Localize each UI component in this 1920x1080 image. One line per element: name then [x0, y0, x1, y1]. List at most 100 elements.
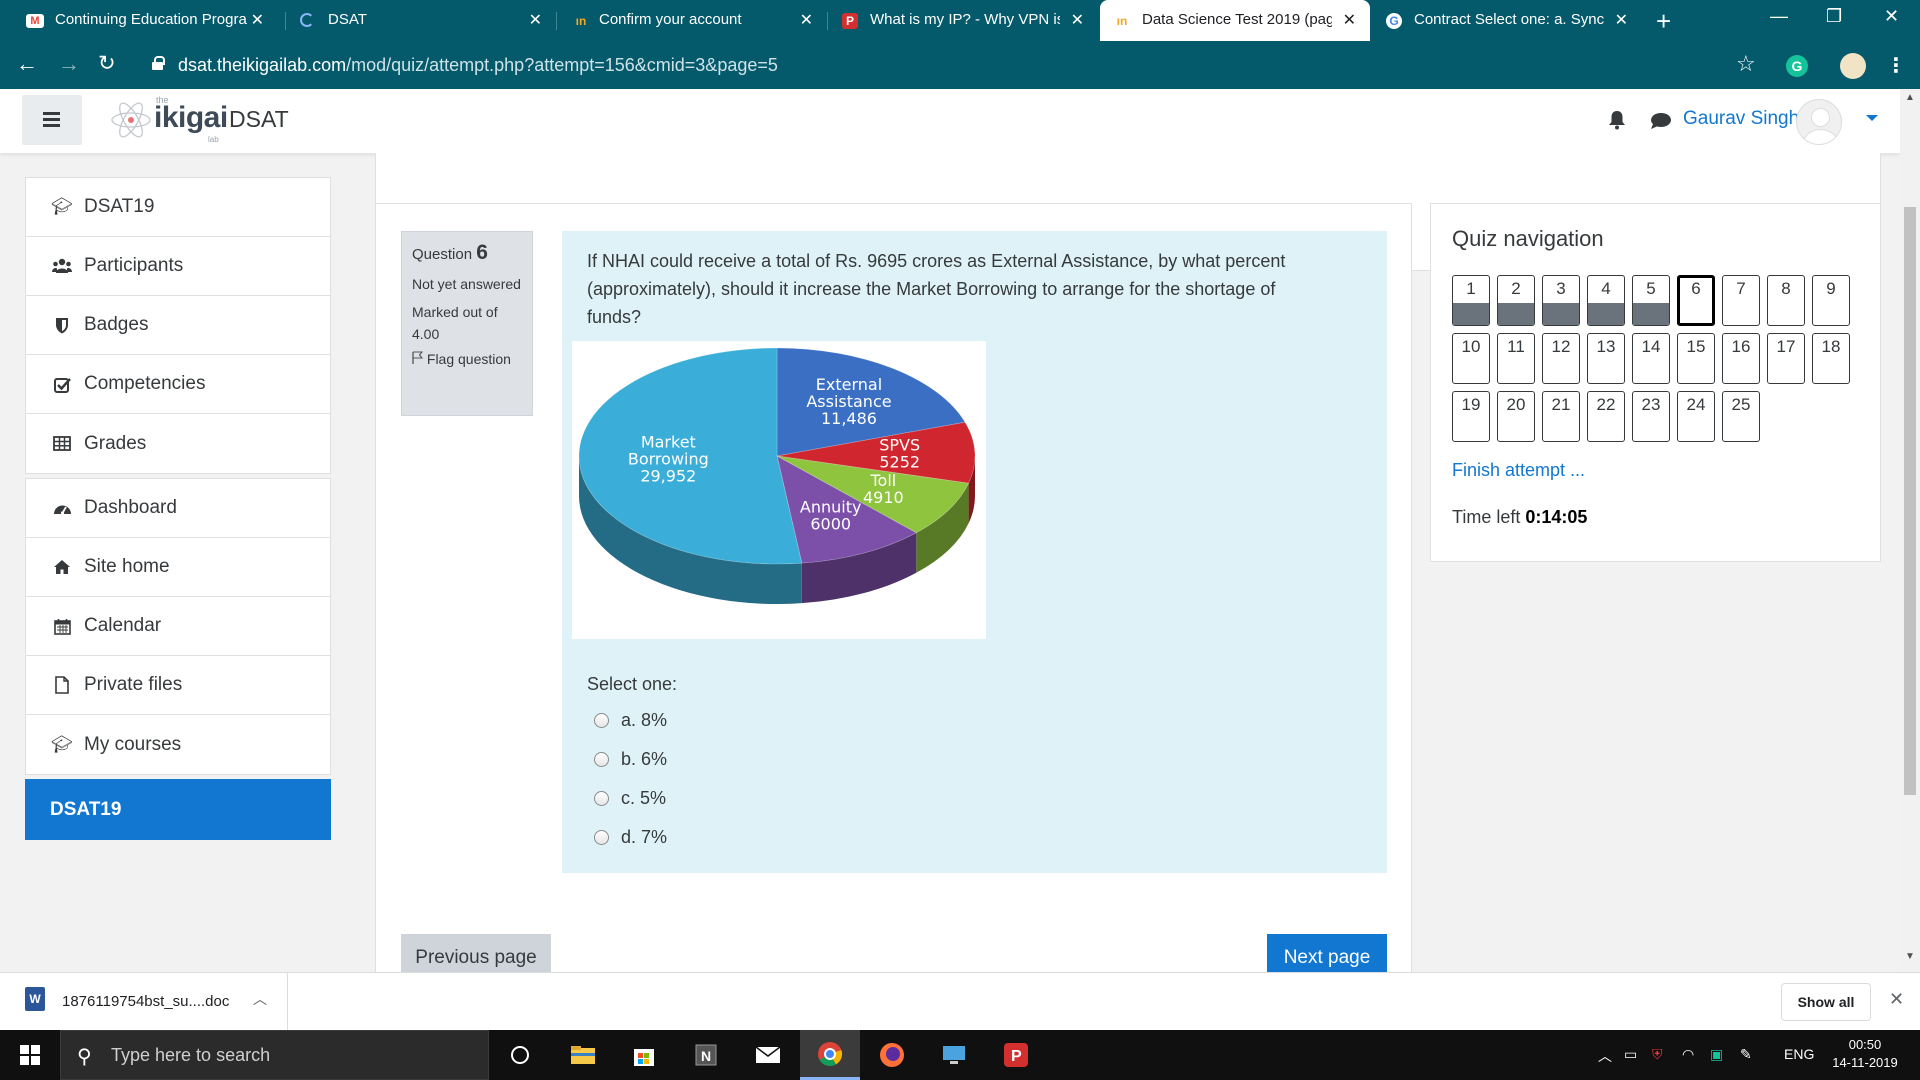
bookmark-star-icon[interactable]: ☆: [1736, 51, 1756, 77]
grammarly-extension-icon[interactable]: G: [1786, 55, 1808, 77]
quiz-question-button[interactable]: 16: [1722, 333, 1760, 384]
mail-icon[interactable]: [738, 1030, 798, 1080]
sidebar-item-dsat19[interactable]: 🎓︎ DSAT19: [26, 178, 330, 237]
forward-icon[interactable]: →: [58, 51, 80, 77]
taskbar-search-input[interactable]: ⚲ Type here to search: [60, 1030, 489, 1080]
message-icon[interactable]: [1650, 112, 1672, 130]
profile-avatar-icon[interactable]: [1840, 53, 1866, 79]
sidebar-item-dashboard[interactable]: Dashboard: [26, 479, 330, 538]
task-view-icon[interactable]: [490, 1030, 550, 1080]
new-tab-button[interactable]: +: [1656, 6, 1671, 37]
page-scrollbar[interactable]: ▲ ▼: [1900, 89, 1920, 972]
quiz-question-button[interactable]: 19: [1452, 391, 1490, 442]
quiz-question-button[interactable]: 4: [1587, 275, 1625, 326]
quiz-question-button[interactable]: 12: [1542, 333, 1580, 384]
close-icon[interactable]: ✕: [1343, 10, 1356, 30]
quiz-question-button[interactable]: 13: [1587, 333, 1625, 384]
restore-icon[interactable]: ❐: [1826, 6, 1842, 27]
firefox-icon[interactable]: [862, 1030, 922, 1080]
show-all-button[interactable]: Show all: [1781, 983, 1871, 1021]
system-clock[interactable]: 00:50 14-11-2019: [1820, 1036, 1910, 1072]
quiz-question-button[interactable]: 22: [1587, 391, 1625, 442]
close-icon[interactable]: ✕: [1615, 10, 1628, 30]
reload-icon[interactable]: ↻: [98, 51, 116, 76]
quiz-question-button[interactable]: 8: [1767, 275, 1805, 326]
sidebar-item-competencies[interactable]: Competencies: [26, 355, 330, 414]
quiz-question-button[interactable]: 14: [1632, 333, 1670, 384]
quiz-question-button[interactable]: 23: [1632, 391, 1670, 442]
quiz-question-button[interactable]: 10: [1452, 333, 1490, 384]
user-avatar[interactable]: [1796, 99, 1842, 145]
pen-icon[interactable]: ✎: [1740, 1046, 1752, 1063]
menu-kebab-icon[interactable]: ⋮: [1886, 53, 1906, 78]
sidebar-item-badges[interactable]: Badges: [26, 296, 330, 355]
back-icon[interactable]: ←: [16, 51, 38, 77]
quiz-question-button[interactable]: 9: [1812, 275, 1850, 326]
drawer-toggle-button[interactable]: [22, 95, 82, 145]
minimize-icon[interactable]: —: [1770, 6, 1788, 27]
answer-option-b[interactable]: b. 6%: [594, 749, 667, 770]
chevron-down-icon[interactable]: [1866, 115, 1878, 121]
quiz-question-button[interactable]: 25: [1722, 391, 1760, 442]
sidebar-item-site-home[interactable]: Site home: [26, 538, 330, 597]
close-icon[interactable]: ✕: [251, 10, 264, 30]
quiz-question-button[interactable]: 21: [1542, 391, 1580, 442]
flag-question-link[interactable]: Flag question: [412, 351, 522, 367]
quiz-question-button[interactable]: 11: [1497, 333, 1535, 384]
quiz-question-button[interactable]: 3: [1542, 275, 1580, 326]
site-name[interactable]: DSAT: [229, 106, 289, 133]
chevron-up-icon[interactable]: ︿: [253, 989, 267, 1009]
quiz-question-button[interactable]: 5: [1632, 275, 1670, 326]
language-indicator[interactable]: ENG: [1784, 1046, 1814, 1062]
window-close-icon[interactable]: ✕: [1884, 6, 1899, 27]
radio-button[interactable]: [594, 713, 609, 728]
store-icon[interactable]: [614, 1030, 674, 1080]
browser-tab-data-science-test[interactable]: ın Data Science Test 2019 (page ✕: [1100, 0, 1370, 41]
close-icon[interactable]: ✕: [529, 10, 542, 30]
answer-option-a[interactable]: a. 8%: [594, 710, 667, 731]
quiz-question-button[interactable]: 18: [1812, 333, 1850, 384]
user-name[interactable]: Gaurav Singh: [1683, 108, 1799, 130]
logo-text[interactable]: ikigai: [154, 101, 228, 135]
quiz-question-button[interactable]: 17: [1767, 333, 1805, 384]
next-page-button[interactable]: Next page: [1267, 934, 1387, 972]
security-shield-icon[interactable]: ⛨: [1652, 1046, 1663, 1063]
battery-icon[interactable]: ▭: [1624, 1046, 1637, 1063]
close-icon[interactable]: ✕: [1071, 10, 1084, 30]
radio-button[interactable]: [594, 830, 609, 845]
sidebar-item-participants[interactable]: Participants: [26, 237, 330, 296]
windows-start-icon[interactable]: [20, 1045, 40, 1065]
scroll-down-icon[interactable]: ▼: [1905, 951, 1915, 962]
wifi-icon[interactable]: ◠: [1682, 1046, 1694, 1063]
computer-icon[interactable]: [924, 1030, 984, 1080]
close-icon[interactable]: ✕: [1889, 989, 1904, 1010]
psiphon-icon[interactable]: P: [986, 1030, 1046, 1080]
sidebar-item-my-courses[interactable]: 🎓︎ My courses: [26, 715, 330, 774]
quiz-question-button[interactable]: 20: [1497, 391, 1535, 442]
sidebar-item-calendar[interactable]: Calendar: [26, 597, 330, 656]
chrome-icon[interactable]: [800, 1030, 860, 1080]
notion-icon[interactable]: N: [676, 1030, 736, 1080]
quiz-question-button[interactable]: 1: [1452, 275, 1490, 326]
scroll-up-icon[interactable]: ▲: [1905, 92, 1915, 103]
radio-button[interactable]: [594, 791, 609, 806]
quiz-question-button[interactable]: 6: [1677, 275, 1715, 326]
previous-page-button[interactable]: Previous page: [401, 934, 551, 972]
scrollbar-thumb[interactable]: [1904, 207, 1916, 795]
answer-option-d[interactable]: d. 7%: [594, 827, 667, 848]
browser-tab-confirm[interactable]: ın Confirm your account ✕: [557, 0, 827, 41]
chevron-up-icon[interactable]: ︿: [1598, 1046, 1612, 1066]
grammarly-tray-icon[interactable]: ▣: [1710, 1046, 1723, 1063]
radio-button[interactable]: [594, 752, 609, 767]
finish-attempt-link[interactable]: Finish attempt ...: [1452, 460, 1585, 481]
file-explorer-icon[interactable]: [553, 1030, 613, 1080]
url-field[interactable]: dsat.theikigailab.com/mod/quiz/attempt.p…: [140, 47, 1750, 83]
sidebar-item-private-files[interactable]: Private files: [26, 656, 330, 715]
quiz-question-button[interactable]: 24: [1677, 391, 1715, 442]
bell-icon[interactable]: [1608, 110, 1626, 130]
quiz-question-button[interactable]: 15: [1677, 333, 1715, 384]
close-icon[interactable]: ✕: [800, 10, 813, 30]
browser-tab-vpn[interactable]: P What is my IP? - Why VPN is ✕: [828, 0, 1098, 41]
answer-option-c[interactable]: c. 5%: [594, 788, 666, 809]
quiz-question-button[interactable]: 2: [1497, 275, 1535, 326]
